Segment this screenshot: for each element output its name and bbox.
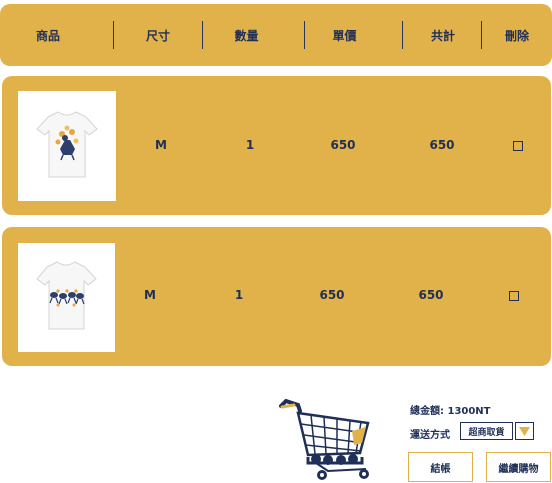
shopping-cart-icon (279, 398, 370, 480)
cart-row: M 1 650 650 (2, 227, 551, 366)
product-image[interactable] (18, 243, 115, 352)
header-unit-price: 單價 (332, 28, 357, 43)
size-value: M (144, 288, 156, 302)
total-value: 650 (418, 288, 444, 302)
header-size: 尺寸 (145, 28, 170, 43)
shipping-dropdown-button[interactable] (515, 422, 534, 440)
cart-table-header: 商品 尺寸 數量 單價 共計 刪除 (0, 4, 552, 66)
delete-checkbox[interactable] (513, 141, 523, 151)
cart-row: M 1 650 650 (2, 76, 551, 215)
tshirt-dancing-birds-image (36, 261, 97, 330)
header-total: 共計 (430, 28, 455, 43)
total-amount: 總金額: 1300NT (410, 406, 491, 417)
total-value: 650 (429, 138, 455, 152)
shipping-method-label: 運送方式 (410, 430, 450, 441)
unit-price-value: 650 (319, 288, 345, 302)
quantity-value: 1 (245, 138, 255, 152)
header-quantity: 數量 (234, 28, 259, 43)
delete-checkbox[interactable] (509, 291, 519, 301)
tshirt-cat-flowers-image (36, 111, 98, 178)
shipping-method-select[interactable]: 超商取貨 (460, 422, 513, 440)
continue-shopping-button[interactable]: 繼續購物 (486, 452, 551, 482)
unit-price-value: 650 (330, 138, 356, 152)
product-image[interactable] (18, 91, 116, 201)
size-value: M (155, 138, 167, 152)
quantity-value: 1 (234, 288, 244, 302)
header-product: 商品 (35, 28, 60, 43)
checkout-button[interactable]: 結帳 (408, 452, 473, 482)
header-delete: 刪除 (504, 28, 529, 43)
triangle-down-icon (519, 426, 530, 436)
